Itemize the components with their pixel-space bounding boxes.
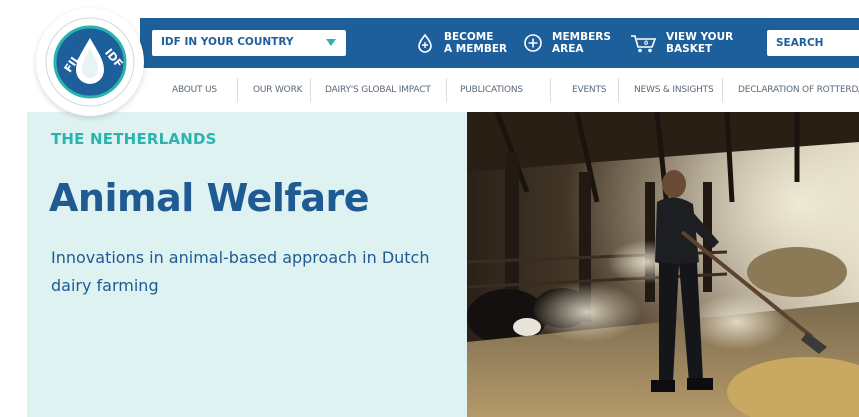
members-area-line1: MEMBERS bbox=[552, 31, 611, 43]
view-basket-line2: BASKET bbox=[666, 43, 713, 55]
top-bar: IDF IN YOUR COUNTRY BECOME A MEMBER MEMB… bbox=[140, 18, 859, 68]
hero-subtitle: Innovations in animal-based approach in … bbox=[51, 248, 430, 295]
plus-circle-icon bbox=[520, 30, 546, 56]
nav-news-insights[interactable]: NEWS & INSIGHTS bbox=[634, 68, 714, 112]
nav-about-us[interactable]: ABOUT US bbox=[172, 68, 217, 112]
hero-country-label: THE NETHERLANDS bbox=[51, 130, 217, 148]
nav-separator bbox=[722, 78, 723, 102]
nav-our-work[interactable]: OUR WORK bbox=[253, 68, 303, 112]
hero-text-panel: THE NETHERLANDS Animal Welfare Innovatio… bbox=[27, 112, 467, 417]
search-input[interactable] bbox=[767, 30, 859, 56]
members-area-button[interactable]: MEMBERS AREA bbox=[520, 18, 611, 68]
view-basket-button[interactable]: 0 VIEW YOUR BASKET bbox=[628, 18, 733, 68]
become-member-line2: A MEMBER bbox=[444, 43, 508, 55]
country-select[interactable]: IDF IN YOUR COUNTRY bbox=[152, 30, 346, 56]
membership-drop-icon bbox=[412, 30, 438, 56]
members-area-line2: AREA bbox=[552, 43, 584, 55]
become-member-line1: BECOME bbox=[444, 31, 494, 43]
nav-separator bbox=[310, 78, 311, 102]
nav-dairys-global-impact[interactable]: DAIRY'S GLOBAL IMPACT bbox=[325, 68, 431, 112]
idf-logo[interactable]: FIL IDF bbox=[36, 8, 144, 116]
nav-separator bbox=[446, 78, 447, 102]
nav-separator bbox=[550, 78, 551, 102]
svg-text:0: 0 bbox=[644, 40, 648, 47]
nav-separator bbox=[618, 78, 619, 102]
hero-title: Animal Welfare bbox=[49, 176, 370, 220]
nav-events[interactable]: EVENTS bbox=[572, 68, 606, 112]
hero-photo bbox=[467, 112, 859, 417]
main-nav: ABOUT US OUR WORK DAIRY'S GLOBAL IMPACT … bbox=[140, 68, 859, 112]
cart-icon: 0 bbox=[628, 30, 660, 56]
search-box bbox=[767, 30, 859, 56]
idf-logo-emblem: FIL IDF bbox=[45, 17, 135, 107]
country-select-label: IDF IN YOUR COUNTRY bbox=[161, 36, 294, 48]
nav-declaration-of-rotterdam[interactable]: DECLARATION OF ROTTERDAM bbox=[738, 68, 859, 112]
nav-publications[interactable]: PUBLICATIONS bbox=[460, 68, 523, 112]
chevron-down-icon bbox=[326, 39, 336, 46]
view-basket-line1: VIEW YOUR bbox=[666, 31, 734, 43]
become-member-button[interactable]: BECOME A MEMBER bbox=[412, 18, 507, 68]
barn-farmer-image bbox=[467, 112, 859, 417]
nav-separator bbox=[237, 78, 238, 102]
